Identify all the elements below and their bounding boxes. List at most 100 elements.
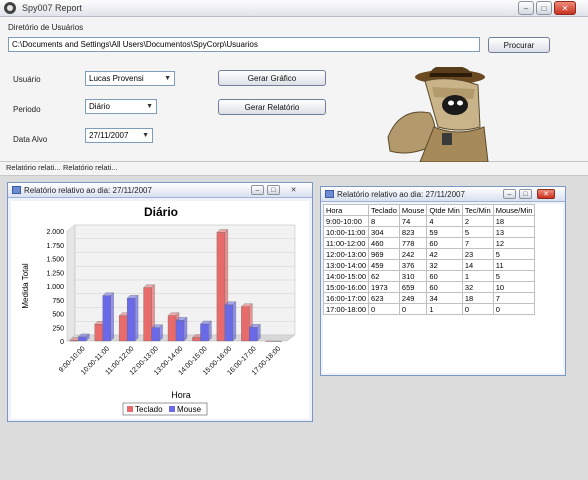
table-cell: 23 [461, 248, 494, 260]
table-cell: 459 [368, 259, 400, 271]
table-cell: 2 [461, 215, 494, 227]
bar-side [208, 320, 212, 342]
chart-legend: Teclado Mouse [122, 402, 208, 416]
target-date-value: 27/11/2007 [89, 131, 129, 140]
table-cell: 11 [492, 259, 536, 271]
table-cell: 1973 [368, 281, 400, 293]
form-panel: Diretório de Usuários C:\Documents and S… [0, 17, 588, 162]
table-row[interactable]: 15:00-16:00 1973 659 60 32 10 [323, 281, 536, 293]
table-window-titlebar[interactable]: Relatório relativo ao dia: 27/11/2007 – … [321, 187, 565, 202]
legend-label-teclado: Teclado [135, 405, 163, 414]
bar-mouse [126, 298, 136, 342]
window-icon [325, 190, 334, 198]
chart-window-titlebar[interactable]: Relatório relativo ao dia: 27/11/2007 – … [8, 183, 312, 198]
table-cell: 7 [461, 237, 494, 249]
column-header[interactable]: Hora [323, 204, 370, 216]
table-cell: 5 [492, 270, 536, 282]
x-axis-label: Hora [171, 390, 191, 400]
generate-chart-button[interactable]: Gerar Gráfico [218, 70, 326, 86]
table-row[interactable]: 9:00-10:00 8 74 4 2 18 [323, 215, 536, 227]
table-cell: 42 [426, 248, 463, 260]
table-cell: 5 [492, 248, 536, 260]
maximize-icon[interactable]: □ [267, 185, 280, 195]
window-title: Spy007 Report [22, 3, 83, 13]
minimize-icon[interactable]: – [503, 189, 516, 199]
bar-side [232, 301, 237, 342]
table-row[interactable]: 16:00-17:00 623 249 34 18 7 [323, 292, 536, 304]
y-tick-label: 2.000 [46, 229, 64, 236]
table-cell: 969 [368, 248, 400, 260]
y-tick-label: 1.250 [46, 270, 64, 277]
bar-teclado [94, 324, 103, 342]
bar-side [110, 292, 114, 342]
user-select[interactable]: Lucas Provensi ▼ [85, 71, 175, 86]
table-row[interactable]: 13:00-14:00 459 376 32 14 11 [323, 259, 536, 271]
table-cell: 15:00-16:00 [323, 281, 370, 293]
bar-mouse [151, 327, 160, 342]
chevron-down-icon: ▼ [164, 75, 171, 82]
report-table-container: Hora Teclado Mouse Qtde Min Tec/Min Mouse/Min… [323, 204, 563, 373]
legend-swatch-mouse [169, 406, 175, 412]
table-cell: 9:00-10:00 [323, 215, 370, 227]
table-cell: 60 [426, 270, 463, 282]
column-header[interactable]: Mouse/Min [492, 204, 536, 216]
minimize-icon[interactable]: – [518, 1, 534, 15]
maximize-icon[interactable]: □ [536, 1, 552, 15]
target-date-picker[interactable]: 27/11/2007 ▼ [85, 128, 153, 143]
y-tick-label: 500 [52, 312, 64, 319]
table-cell: 12:00-13:00 [323, 248, 370, 260]
close-icon[interactable]: ✕ [537, 189, 555, 199]
table-row[interactable]: 11:00-12:00 460 778 60 7 12 [323, 237, 536, 249]
table-cell: 11:00-12:00 [323, 237, 370, 249]
target-date-label: Data Alvo [13, 135, 48, 144]
period-select[interactable]: Diário ▼ [85, 99, 157, 114]
report-tabs: Relatório relati... Relatório relati... [0, 162, 588, 176]
bar-mouse [200, 323, 209, 342]
period-label: Periodo [13, 105, 41, 114]
table-row[interactable]: 10:00-11:00 304 823 59 5 13 [323, 226, 536, 238]
tab-report-2[interactable]: Relatório relati... [63, 163, 118, 172]
table-cell: 18 [461, 292, 494, 304]
minimize-icon[interactable]: – [251, 185, 264, 195]
close-icon[interactable]: ✕ [554, 1, 576, 15]
column-header[interactable]: Mouse [398, 204, 428, 216]
table-cell: 310 [398, 270, 428, 282]
close-icon[interactable]: ✕ [287, 185, 300, 195]
bar-side [183, 316, 188, 342]
table-cell: 623 [368, 292, 400, 304]
spy-mascot-image [387, 67, 489, 162]
table-cell: 1 [426, 303, 463, 315]
directory-path-field[interactable]: C:\Documents and Settings\All Users\Docu… [8, 37, 480, 52]
table-cell: 304 [368, 226, 400, 238]
tab-report-1[interactable]: Relatório relati... [6, 163, 61, 172]
table-cell: 659 [398, 281, 428, 293]
table-row[interactable]: 17:00-18:00 0 0 1 0 0 [323, 303, 536, 315]
bar-mouse [78, 336, 87, 342]
table-cell: 376 [398, 259, 428, 271]
table-cell: 0 [492, 303, 536, 315]
table-cell: 60 [426, 281, 463, 293]
table-cell: 7 [492, 292, 536, 304]
bar-side [134, 294, 139, 342]
table-row[interactable]: 12:00-13:00 969 242 42 23 5 [323, 248, 536, 260]
bar-mouse [175, 320, 185, 342]
table-cell: 5 [461, 226, 494, 238]
table-cell: 242 [398, 248, 428, 260]
column-header[interactable]: Tec/Min [461, 204, 494, 216]
generate-report-button[interactable]: Gerar Relatório [218, 99, 326, 115]
table-cell: 74 [398, 215, 428, 227]
table-cell: 32 [461, 281, 494, 293]
y-tick-label: 1.500 [46, 257, 64, 264]
bar-mouse [102, 295, 111, 342]
browse-button[interactable]: Procurar [488, 37, 550, 53]
table-cell: 34 [426, 292, 463, 304]
y-tick-label: 750 [52, 298, 64, 305]
table-cell: 18 [492, 215, 536, 227]
table-row[interactable]: 14:00-15:00 62 310 60 1 5 [323, 270, 536, 282]
column-header[interactable]: Qtde Min [426, 204, 463, 216]
column-header[interactable]: Teclado [368, 204, 400, 216]
bar-teclado [143, 287, 152, 342]
maximize-icon[interactable]: □ [519, 189, 532, 199]
table-cell: 32 [426, 259, 463, 271]
bar-teclado [118, 315, 128, 342]
